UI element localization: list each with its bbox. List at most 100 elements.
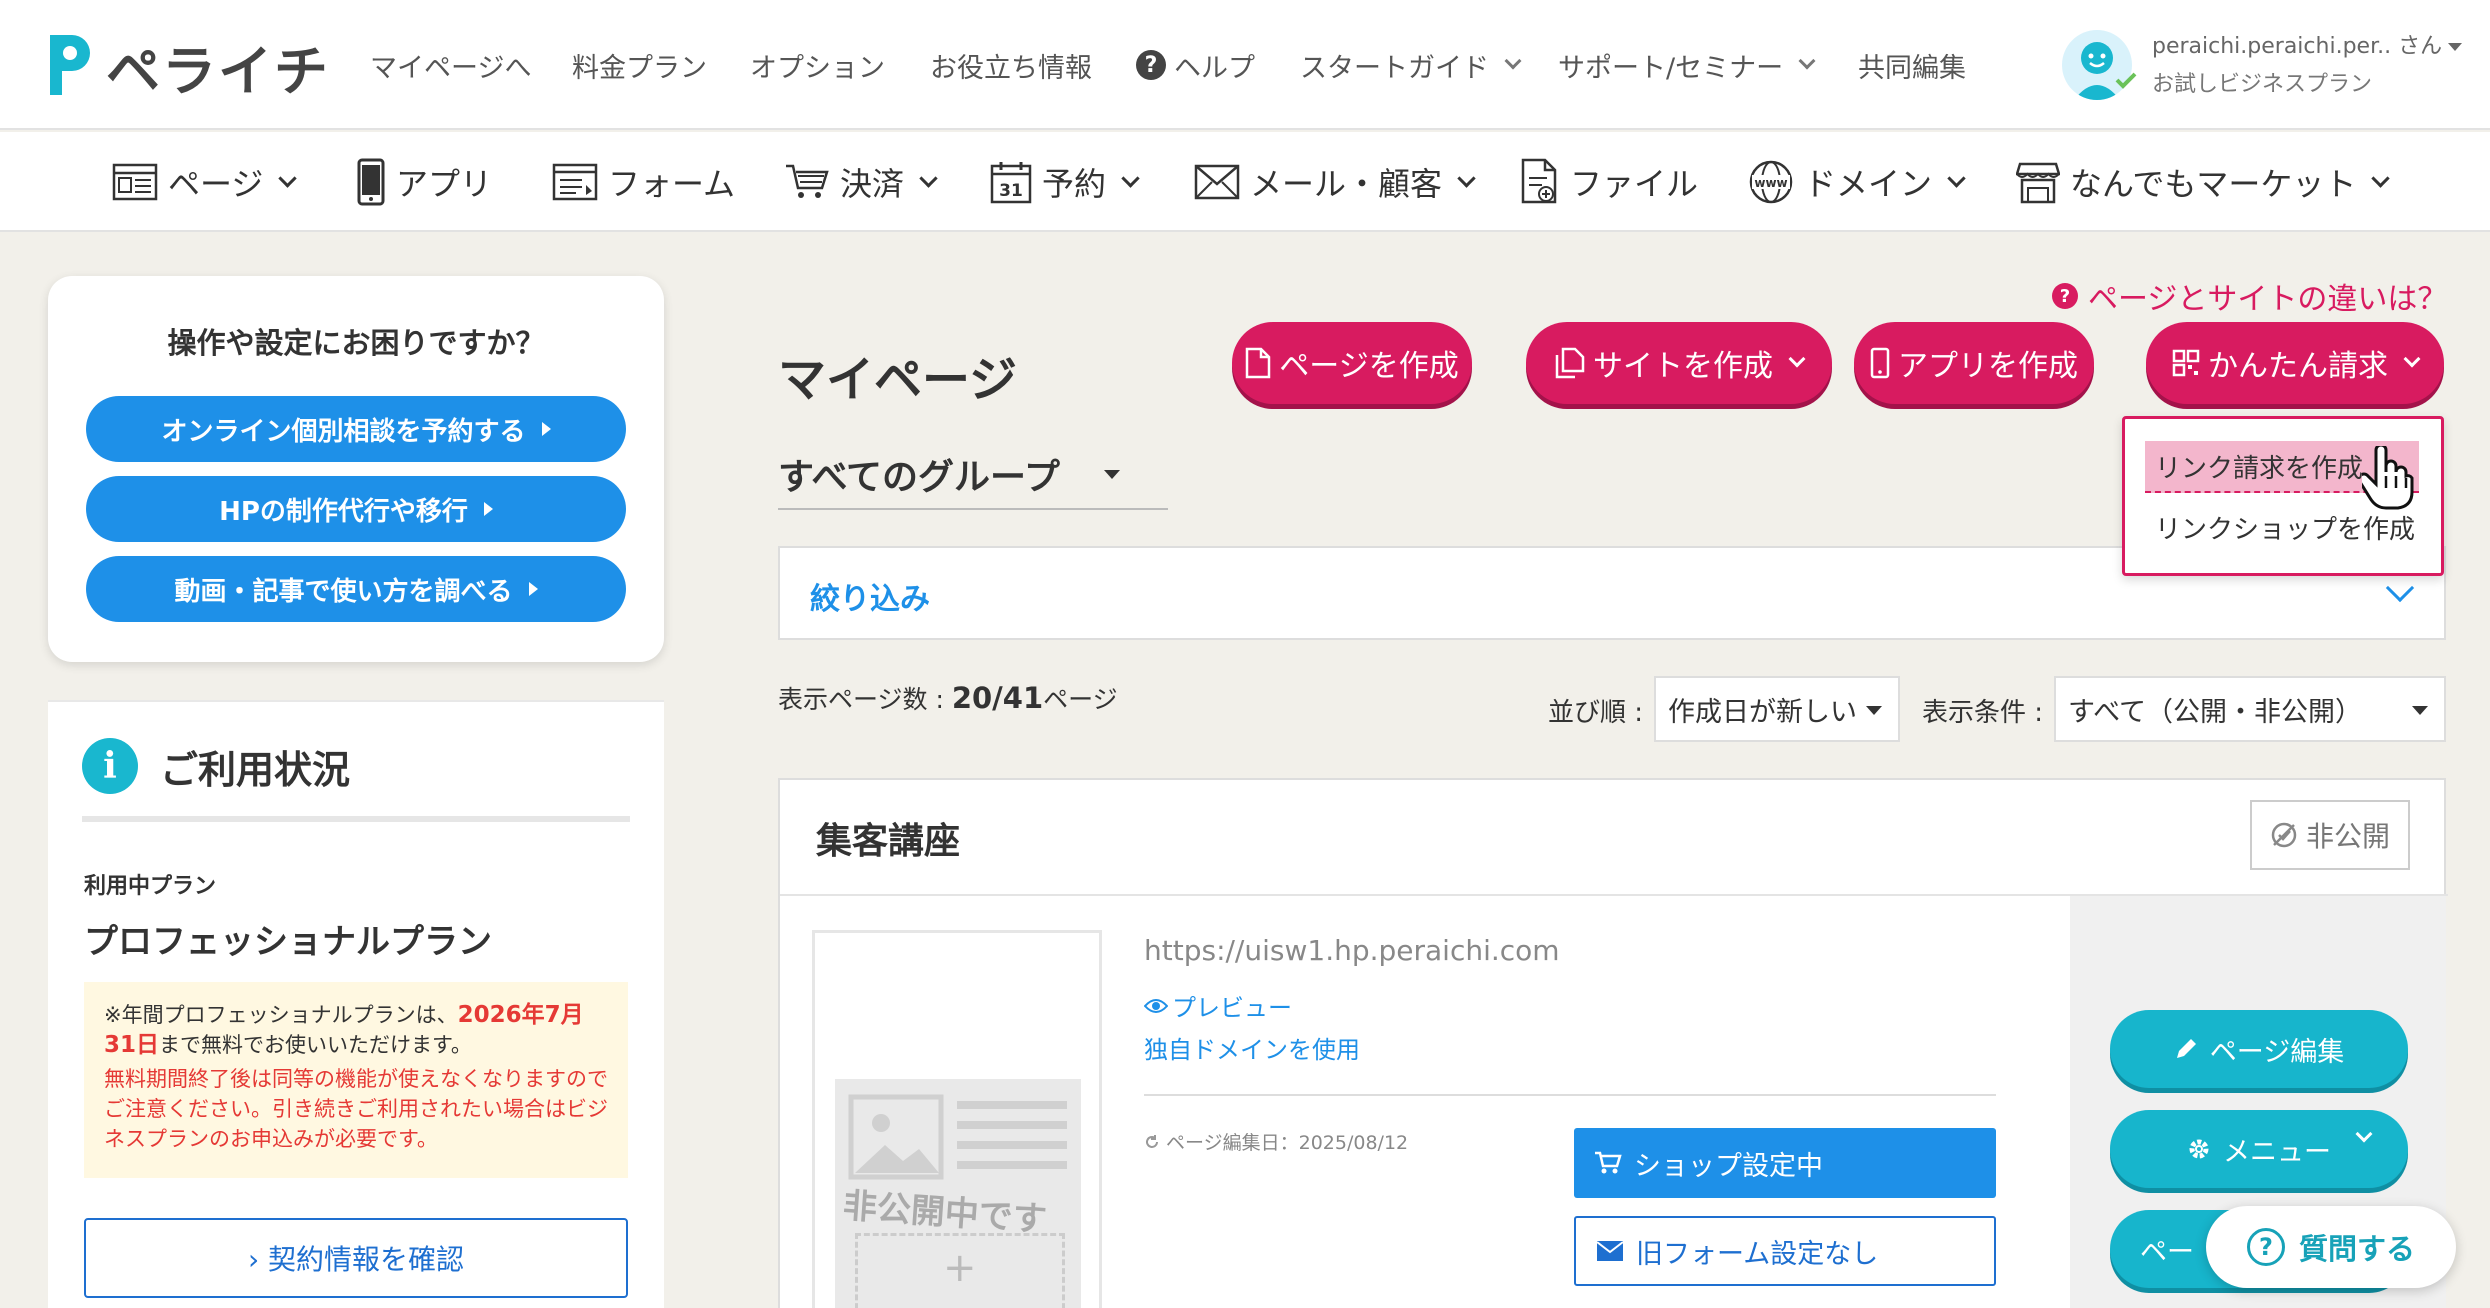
feature-menubar: ページ アプリ フォーム 決済 31 予約 メール・顧客 ファイル www ドメ… bbox=[0, 132, 2490, 232]
current-plan-name: プロフェッショナルプラン bbox=[84, 922, 492, 962]
peraichi-logo-icon bbox=[50, 35, 90, 95]
qr-code-icon bbox=[2172, 349, 2200, 377]
shop-settings-button[interactable]: ショップ設定中 bbox=[1574, 1128, 1996, 1198]
smartphone-icon bbox=[1870, 347, 1890, 379]
refresh-icon bbox=[1146, 1134, 1158, 1148]
create-link-shop-item[interactable]: リンクショップを作成 bbox=[2155, 509, 2415, 546]
page-card-title: 集客講座 bbox=[816, 821, 961, 862]
create-page-button[interactable]: ページを作成 bbox=[1232, 322, 1472, 404]
page-vs-site-help-link[interactable]: ? ページとサイトの違いは？ bbox=[2052, 274, 2447, 318]
page-menu-button[interactable]: メニュー bbox=[2110, 1110, 2408, 1188]
online-consultation-button[interactable]: オンライン個別相談を予約する bbox=[86, 396, 626, 462]
chevron-down-icon bbox=[1788, 350, 1806, 368]
create-app-button[interactable]: アプリを作成 bbox=[1854, 322, 2094, 404]
notice-warning-text: 無料期間終了後は同等の機能が使えなくなりますのでご注意ください。引き続きご利用さ… bbox=[104, 1067, 608, 1151]
logo-text: ペライチ bbox=[106, 39, 330, 103]
custom-domain-link[interactable]: 独自ドメインを使用 bbox=[1144, 1030, 1360, 1065]
usage-heading: i ご利用状況 bbox=[82, 738, 350, 794]
help-icon: ? bbox=[1136, 50, 1166, 80]
display-condition-select[interactable]: すべて（公開・非公開） bbox=[2054, 676, 2446, 742]
filter-label: 絞り込み bbox=[810, 582, 930, 617]
chevron-down-icon bbox=[1947, 168, 1966, 188]
caret-down-icon bbox=[2448, 43, 2463, 51]
peraichi-logo[interactable]: ペライチ bbox=[44, 28, 330, 104]
group-select[interactable]: すべてのグループ bbox=[778, 440, 1168, 510]
question-icon: ? bbox=[2052, 283, 2078, 309]
hand-pointer-cursor-icon bbox=[2362, 446, 2414, 510]
preview-link[interactable]: プレビュー bbox=[1144, 988, 1292, 1023]
video-articles-button[interactable]: 動画・記事で使い方を調べる bbox=[86, 556, 626, 622]
nav-co-editing-link[interactable]: 共同編集 bbox=[1858, 40, 1966, 90]
nav-mypage-link[interactable]: マイページへ bbox=[370, 40, 531, 90]
menu-page[interactable]: ページ bbox=[112, 154, 298, 210]
triangle-right-icon bbox=[541, 422, 551, 436]
triangle-right-icon bbox=[483, 502, 493, 516]
plan-notice: ※年間プロフェッショナルプランは、2026年7月31日まで無料でお使いいただけま… bbox=[84, 982, 628, 1178]
menu-payment[interactable]: 決済 bbox=[784, 154, 938, 210]
nav-options-link[interactable]: オプション bbox=[750, 40, 885, 90]
page-thumbnail[interactable]: 非公開中です + bbox=[812, 930, 1102, 1308]
page-edit-date: ページ編集日：2025/08/12 bbox=[1144, 1128, 1408, 1155]
divider bbox=[1144, 1094, 1996, 1096]
chevron-down-icon bbox=[2355, 1125, 2373, 1143]
help-card: 操作や設定にお困りですか？ オンライン個別相談を予約する HPの制作代行や移行 … bbox=[48, 276, 664, 662]
chevron-down-icon bbox=[278, 168, 298, 188]
sort-select[interactable]: 作成日が新しい bbox=[1654, 676, 1900, 742]
easy-invoice-dropdown-button[interactable]: かんたん請求 bbox=[2146, 322, 2444, 404]
chevron-down-icon bbox=[1121, 168, 1140, 188]
publish-status-toggle[interactable]: 非公開 bbox=[2250, 800, 2410, 870]
plus-icon: + bbox=[943, 1245, 977, 1291]
caret-down-icon bbox=[1866, 706, 1882, 715]
pencil-icon bbox=[2176, 1039, 2196, 1058]
calendar-icon: 31 bbox=[990, 162, 1032, 204]
menu-file[interactable]: ファイル bbox=[1520, 154, 1698, 210]
caret-down-icon bbox=[1103, 469, 1120, 479]
chevron-down-icon bbox=[1798, 52, 1816, 70]
menu-reservation[interactable]: 31 予約 bbox=[990, 154, 1140, 210]
production-agency-button[interactable]: HPの制作代行や移行 bbox=[86, 476, 626, 542]
menu-domain[interactable]: www ドメイン bbox=[1748, 154, 1966, 210]
legacy-form-button[interactable]: 旧フォーム設定なし bbox=[1574, 1216, 1996, 1286]
form-icon bbox=[552, 163, 598, 201]
page-url[interactable]: https://uisw1.hp.peraichi.com bbox=[1144, 934, 1560, 967]
triangle-right-icon bbox=[528, 582, 538, 596]
usage-title: ご利用状況 bbox=[160, 747, 351, 792]
check-contract-button[interactable]: › 契約情報を確認 bbox=[84, 1218, 628, 1298]
menu-mail-customer[interactable]: メール・顧客 bbox=[1194, 154, 1476, 210]
gear-icon bbox=[2189, 1139, 2209, 1159]
usage-status-card: i ご利用状況 利用中プラン プロフェッショナルプラン ※年間プロフェッショナル… bbox=[48, 700, 664, 1308]
page-icon bbox=[1246, 347, 1271, 379]
mail-icon bbox=[1596, 1241, 1624, 1261]
top-header: ペライチ マイページへ 料金プラン オプション お役立ち情報 ? ヘルプ スター… bbox=[0, 0, 2490, 130]
nav-pricing-link[interactable]: 料金プラン bbox=[572, 40, 707, 90]
help-card-title: 操作や設定にお困りですか？ bbox=[167, 326, 545, 360]
chevron-down-icon bbox=[1504, 52, 1522, 70]
page-icon bbox=[112, 163, 158, 201]
file-icon bbox=[1521, 158, 1557, 204]
current-plan-label: 利用中プラン bbox=[84, 874, 217, 899]
menu-app[interactable]: アプリ bbox=[356, 154, 492, 210]
notice-main-text: ※年間プロフェッショナルプランは、2026年7月31日まで無料でお使いいただけま… bbox=[104, 1002, 584, 1058]
nav-useful-info-link[interactable]: お役立ち情報 bbox=[930, 40, 1092, 90]
edit-page-button[interactable]: ページ編集 bbox=[2110, 1010, 2408, 1088]
chevron-down-icon bbox=[2371, 168, 2391, 188]
nav-start-guide-dropdown[interactable]: スタートガイド bbox=[1300, 40, 1522, 90]
chevron-down-icon bbox=[1457, 168, 1476, 188]
nav-support-dropdown[interactable]: サポート/セミナー bbox=[1558, 40, 1816, 90]
chevron-down-icon bbox=[919, 168, 938, 188]
store-icon bbox=[2016, 162, 2060, 204]
globe-icon: www bbox=[1749, 160, 1793, 204]
menu-form[interactable]: フォーム bbox=[552, 154, 735, 210]
sort-label: 並び順 : bbox=[1548, 698, 1644, 728]
unpublished-icon bbox=[2271, 822, 2297, 848]
page-title: マイページ bbox=[778, 352, 1018, 408]
display-condition-label: 表示条件 : bbox=[1922, 698, 2044, 728]
nav-help-link[interactable]: ? ヘルプ bbox=[1136, 40, 1255, 90]
user-menu-name[interactable]: peraichi.peraichi.per.. さん bbox=[2152, 28, 2463, 60]
chevron-down-icon bbox=[2403, 350, 2421, 368]
ask-question-button[interactable]: ? 質問する bbox=[2206, 1206, 2456, 1288]
menu-market[interactable]: なんでもマーケット bbox=[2016, 154, 2391, 210]
eye-icon bbox=[1144, 998, 1168, 1013]
create-site-button[interactable]: サイトを作成 bbox=[1526, 322, 1832, 404]
caret-down-icon bbox=[2412, 706, 2428, 715]
